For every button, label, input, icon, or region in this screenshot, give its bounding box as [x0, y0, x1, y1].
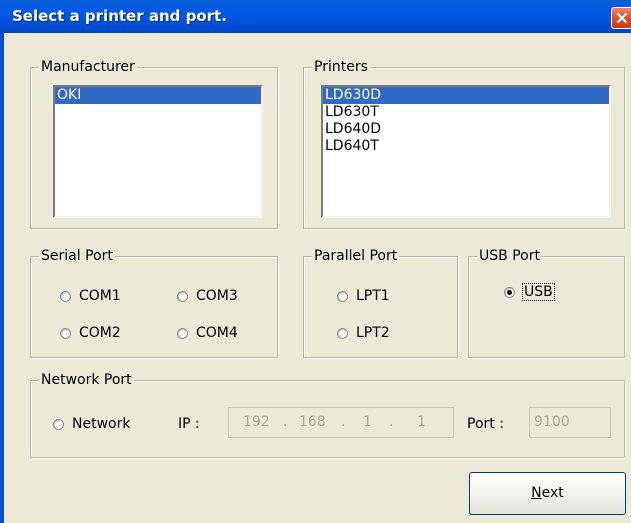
radio-com4[interactable]: COM4 — [177, 324, 238, 342]
radio-com4-circle[interactable] — [177, 327, 188, 339]
radio-usb-circle[interactable] — [504, 286, 515, 298]
manufacturer-item-oki[interactable]: OKI — [55, 87, 261, 104]
ip-dot-2: . — [341, 414, 346, 430]
radio-network[interactable]: Network — [53, 415, 130, 433]
radio-usb-label: USB — [522, 283, 555, 301]
usb-port-group-label: USB Port — [477, 248, 542, 264]
radio-com1-circle[interactable] — [60, 290, 71, 302]
next-button[interactable]: Next — [469, 472, 626, 515]
window-left-border — [0, 33, 4, 523]
radio-com3[interactable]: COM3 — [177, 287, 238, 305]
radio-com1-label: COM1 — [79, 288, 121, 304]
next-button-mnemonic: N — [531, 485, 542, 501]
printer-item-ld640d[interactable]: LD640D — [323, 121, 609, 138]
ip-octet-1[interactable]: 192 — [243, 414, 270, 430]
port-number-field[interactable]: 9100 — [529, 407, 611, 438]
ip-octet-4[interactable]: 1 — [417, 414, 426, 430]
port-number-value: 9100 — [534, 414, 570, 430]
title-bar[interactable]: Select a printer and port. — [0, 0, 631, 33]
printers-group-label: Printers — [312, 59, 370, 75]
manufacturer-group: Manufacturer OKI — [30, 59, 278, 229]
radio-com2-circle[interactable] — [60, 327, 71, 339]
manufacturer-listbox[interactable]: OKI — [53, 85, 263, 218]
printer-item-ld640t[interactable]: LD640T — [323, 138, 609, 155]
radio-usb[interactable]: USB — [504, 283, 555, 301]
radio-lpt1-label: LPT1 — [356, 288, 390, 304]
printer-select-dialog: Select a printer and port. Manufacturer … — [0, 0, 631, 523]
ip-octet-3[interactable]: 1 — [363, 414, 372, 430]
radio-com3-circle[interactable] — [177, 290, 188, 302]
next-button-label: ext — [541, 485, 564, 501]
usb-port-group: USB Port USB — [468, 248, 625, 358]
radio-network-label: Network — [72, 416, 131, 432]
radio-lpt1[interactable]: LPT1 — [337, 287, 390, 305]
close-icon — [616, 12, 628, 24]
port-label: Port : — [467, 416, 504, 432]
radio-lpt2[interactable]: LPT2 — [337, 324, 390, 342]
manufacturer-group-label: Manufacturer — [39, 59, 137, 75]
ip-address-field[interactable]: 192 . 168 . 1 . 1 — [228, 407, 454, 438]
radio-lpt1-circle[interactable] — [337, 290, 348, 302]
serial-port-group: Serial Port COM1 COM3 COM2 COM4 — [30, 248, 278, 358]
serial-port-group-label: Serial Port — [39, 248, 115, 264]
ip-octet-2[interactable]: 168 — [299, 414, 326, 430]
radio-com1[interactable]: COM1 — [60, 287, 121, 305]
printer-item-ld630d[interactable]: LD630D — [323, 87, 609, 104]
ip-label: IP : — [178, 416, 200, 432]
printer-item-ld630t[interactable]: LD630T — [323, 104, 609, 121]
radio-network-circle[interactable] — [53, 418, 64, 430]
printers-group: Printers LD630D LD630T LD640D LD640T — [303, 59, 625, 229]
radio-com2-label: COM2 — [79, 325, 121, 341]
ip-dot-1: . — [283, 414, 288, 430]
radio-com2[interactable]: COM2 — [60, 324, 121, 342]
radio-lpt2-label: LPT2 — [356, 325, 390, 341]
network-port-group: Network Port Network IP : 192 . 168 . 1 … — [30, 372, 625, 458]
printers-listbox[interactable]: LD630D LD630T LD640D LD640T — [321, 85, 611, 218]
network-port-group-label: Network Port — [39, 372, 134, 388]
ip-dot-3: . — [389, 414, 394, 430]
parallel-port-group: Parallel Port LPT1 LPT2 — [303, 248, 458, 358]
close-button[interactable] — [611, 7, 631, 29]
radio-com3-label: COM3 — [196, 288, 238, 304]
radio-lpt2-circle[interactable] — [337, 327, 348, 339]
radio-com4-label: COM4 — [196, 325, 238, 341]
window-title: Select a printer and port. — [12, 7, 227, 25]
parallel-port-group-label: Parallel Port — [312, 248, 400, 264]
